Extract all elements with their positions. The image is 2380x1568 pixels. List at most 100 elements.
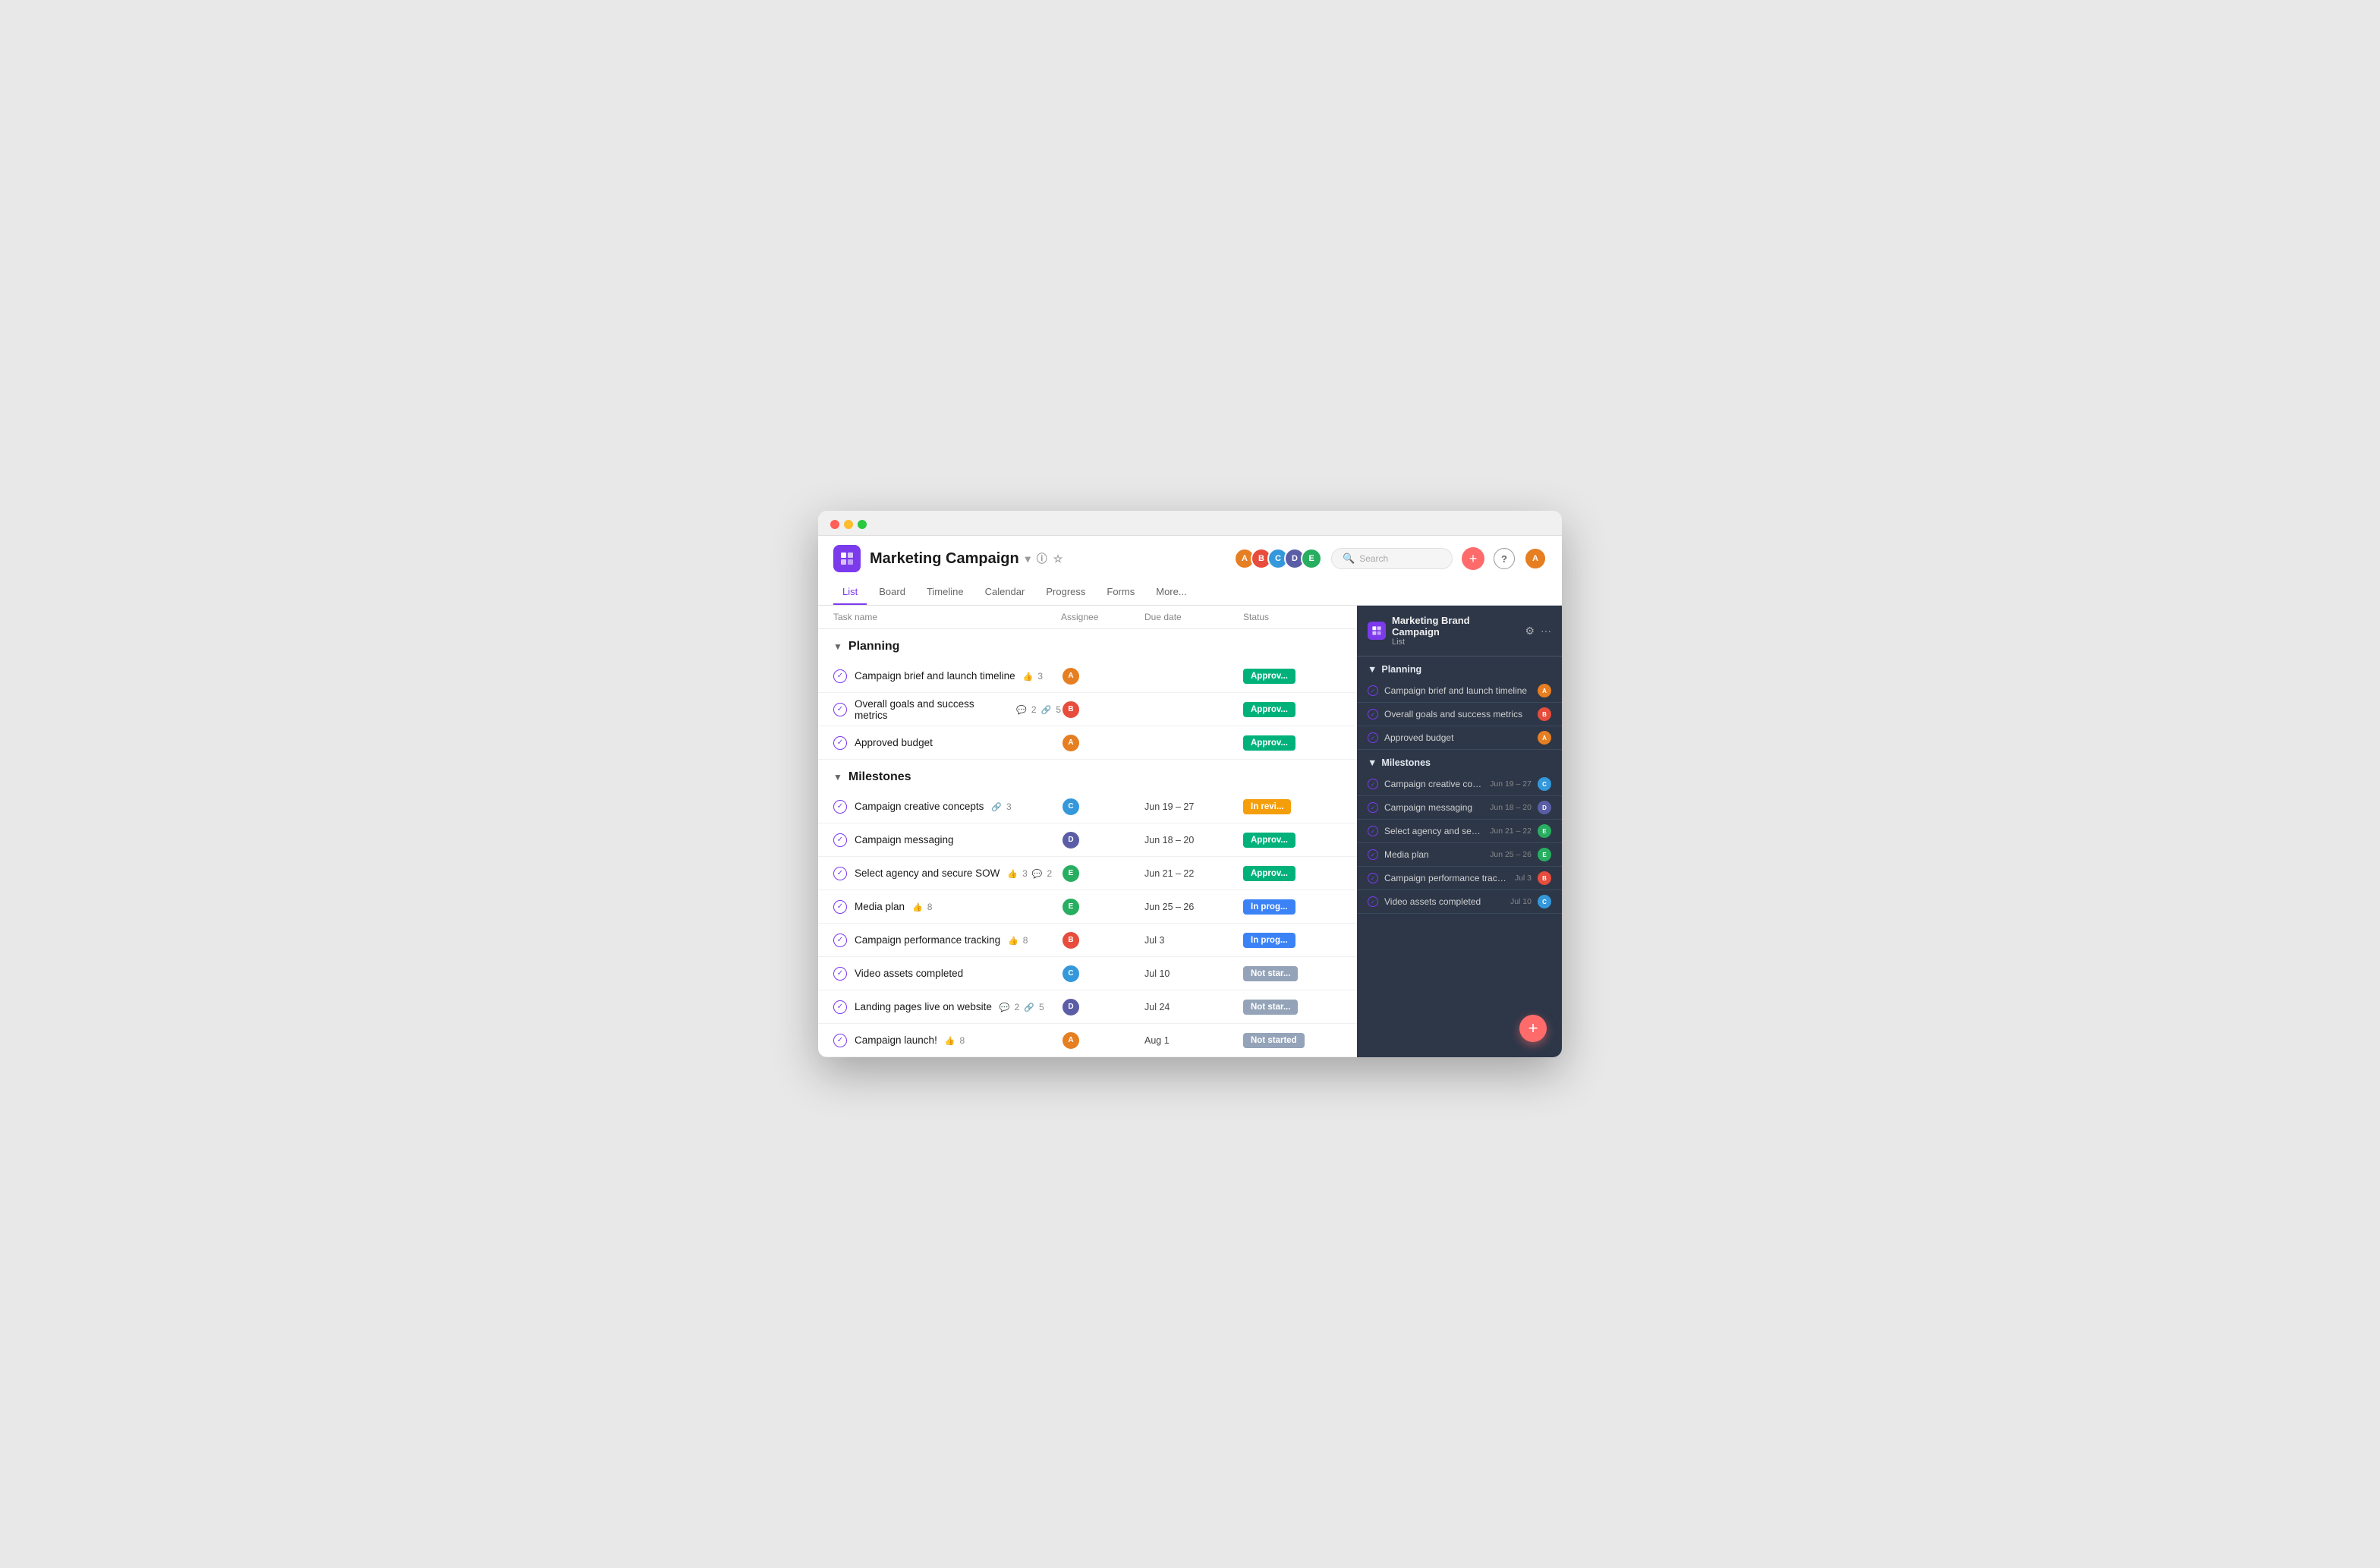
section-planning: ▼ Planning bbox=[818, 629, 1357, 660]
status-badge: In prog... bbox=[1243, 933, 1342, 948]
side-panel: Marketing Brand Campaign List ⚙ ··· ▼ Pl… bbox=[1357, 606, 1562, 1057]
user-avatar[interactable]: A bbox=[1524, 547, 1547, 570]
list-item[interactable]: ✓ Overall goals and success metrics B bbox=[1357, 703, 1562, 726]
task-meta: 2 5 bbox=[1016, 704, 1061, 715]
tab-list[interactable]: List bbox=[833, 580, 867, 605]
table-row: ✓ Media plan 8 E Jun 25 – 26 In prog... bbox=[818, 890, 1357, 924]
star-icon[interactable]: ☆ bbox=[1053, 553, 1063, 565]
list-item[interactable]: ✓ Campaign creative conc... Jun 19 – 27 … bbox=[1357, 773, 1562, 796]
main-content: Task name Assignee Due date Status ▼ Pla… bbox=[818, 606, 1562, 1057]
list-item[interactable]: ✓ Campaign brief and launch timeline A bbox=[1357, 679, 1562, 703]
more-options-icon[interactable]: ··· bbox=[1541, 625, 1551, 638]
table-row: ✓ Overall goals and success metrics 2 5 … bbox=[818, 693, 1357, 726]
table-row: ✓ Campaign brief and launch timeline 3 A… bbox=[818, 660, 1357, 693]
check-icon[interactable]: ✓ bbox=[833, 669, 847, 683]
side-check-icon: ✓ bbox=[1368, 779, 1378, 789]
task-assignee: B bbox=[1061, 700, 1144, 719]
check-icon[interactable]: ✓ bbox=[833, 1034, 847, 1047]
table-row: ✓ Campaign messaging D Jun 18 – 20 Appro… bbox=[818, 823, 1357, 857]
col-assignee: Assignee bbox=[1061, 612, 1144, 622]
tab-board[interactable]: Board bbox=[870, 580, 915, 605]
milestones-collapse-icon[interactable]: ▼ bbox=[833, 772, 842, 782]
task-name: ✓ Campaign brief and launch timeline 3 bbox=[833, 669, 1061, 683]
tab-progress[interactable]: Progress bbox=[1037, 580, 1094, 605]
help-button[interactable]: ? bbox=[1494, 548, 1515, 569]
table-row: ✓ Select agency and secure SOW 3 2 E Jun… bbox=[818, 857, 1357, 890]
project-title: Marketing Campaign ▾ ⓘ ☆ bbox=[870, 550, 1062, 568]
assignee-avatar: A bbox=[1061, 666, 1081, 686]
list-item[interactable]: ✓ Video assets completed Jul 10 C bbox=[1357, 890, 1562, 914]
check-icon[interactable]: ✓ bbox=[833, 967, 847, 981]
list-item[interactable]: ✓ Media plan Jun 25 – 26 E bbox=[1357, 843, 1562, 867]
dropdown-icon[interactable]: ▾ bbox=[1025, 553, 1031, 565]
task-list: Task name Assignee Due date Status ▼ Pla… bbox=[818, 606, 1357, 1057]
main-window: Marketing Campaign ▾ ⓘ ☆ A B C D E bbox=[818, 511, 1562, 1057]
tab-calendar[interactable]: Calendar bbox=[976, 580, 1034, 605]
status-badge: Not star... bbox=[1243, 1000, 1342, 1015]
table-row: ✓ Approved budget A Approv... bbox=[818, 726, 1357, 760]
side-milestones-label: Milestones bbox=[1381, 757, 1431, 768]
task-name: ✓ Approved budget bbox=[833, 736, 1061, 750]
status-badge: In revi... bbox=[1243, 799, 1342, 814]
check-icon[interactable]: ✓ bbox=[833, 900, 847, 914]
status-badge: Approv... bbox=[1243, 735, 1342, 751]
minimize-button[interactable] bbox=[844, 520, 853, 529]
task-due: Jun 18 – 20 bbox=[1144, 835, 1243, 845]
check-icon[interactable]: ✓ bbox=[833, 934, 847, 947]
list-item[interactable]: ✓ Approved budget A bbox=[1357, 726, 1562, 750]
status-badge: Approv... bbox=[1243, 866, 1342, 881]
task-meta: 3 2 bbox=[1007, 868, 1052, 879]
side-panel-controls: ⚙ ··· bbox=[1525, 625, 1551, 638]
list-item[interactable]: ✓ Campaign messaging Jun 18 – 20 D bbox=[1357, 796, 1562, 820]
check-icon[interactable]: ✓ bbox=[833, 1000, 847, 1014]
task-meta: 3 bbox=[991, 801, 1011, 812]
task-name: ✓ Overall goals and success metrics 2 5 bbox=[833, 698, 1061, 721]
comment-icon bbox=[1032, 868, 1043, 879]
task-name: ✓ Campaign creative concepts 3 bbox=[833, 800, 1061, 814]
side-avatar: E bbox=[1538, 824, 1551, 838]
side-check-icon: ✓ bbox=[1368, 826, 1378, 836]
list-item[interactable]: ✓ Campaign performance track... Jul 3 B bbox=[1357, 867, 1562, 890]
tab-timeline[interactable]: Timeline bbox=[918, 580, 973, 605]
nav-tabs: List Board Timeline Calendar Progress Fo… bbox=[833, 580, 1547, 605]
task-name: ✓ Landing pages live on website 2 5 bbox=[833, 1000, 1061, 1014]
check-icon[interactable]: ✓ bbox=[833, 800, 847, 814]
task-name: ✓ Media plan 8 bbox=[833, 900, 1061, 914]
info-icon[interactable]: ⓘ bbox=[1037, 551, 1047, 566]
task-due: Aug 1 bbox=[1144, 1035, 1243, 1046]
list-item[interactable]: ✓ Select agency and secu... Jun 21 – 22 … bbox=[1357, 820, 1562, 843]
search-bar[interactable]: 🔍 Search bbox=[1331, 548, 1453, 569]
task-assignee: D bbox=[1061, 830, 1144, 850]
task-meta: 8 bbox=[1008, 935, 1028, 946]
tab-more[interactable]: More... bbox=[1147, 580, 1195, 605]
check-icon[interactable]: ✓ bbox=[833, 703, 847, 716]
planning-label: Planning bbox=[848, 640, 900, 653]
check-icon[interactable]: ✓ bbox=[833, 867, 847, 880]
assignee-avatar: C bbox=[1061, 964, 1081, 984]
task-assignee: D bbox=[1061, 997, 1144, 1017]
planning-collapse-icon[interactable]: ▼ bbox=[833, 641, 842, 652]
task-meta: 2 5 bbox=[1000, 1002, 1044, 1012]
maximize-button[interactable] bbox=[858, 520, 867, 529]
side-task-name: Overall goals and success metrics bbox=[1384, 709, 1532, 719]
tab-forms[interactable]: Forms bbox=[1097, 580, 1144, 605]
fab-add-button[interactable]: + bbox=[1519, 1015, 1547, 1042]
side-milestones-collapse-icon[interactable]: ▼ bbox=[1368, 757, 1377, 768]
check-icon[interactable]: ✓ bbox=[833, 736, 847, 750]
thumbs-icon bbox=[1007, 868, 1018, 879]
side-planning-collapse-icon[interactable]: ▼ bbox=[1368, 664, 1377, 675]
header-left: Marketing Campaign ▾ ⓘ ☆ bbox=[833, 545, 1062, 572]
search-icon: 🔍 bbox=[1343, 553, 1355, 565]
add-button[interactable]: + bbox=[1462, 547, 1484, 570]
check-icon[interactable]: ✓ bbox=[833, 833, 847, 847]
side-task-name: Select agency and secu... bbox=[1384, 826, 1484, 836]
task-assignee: C bbox=[1061, 964, 1144, 984]
assignee-avatar: C bbox=[1061, 797, 1081, 817]
task-name: ✓ Video assets completed bbox=[833, 967, 1061, 981]
side-section-milestones: ▼ Milestones bbox=[1357, 750, 1562, 773]
task-name: ✓ Select agency and secure SOW 3 2 bbox=[833, 867, 1061, 880]
filter-icon[interactable]: ⚙ bbox=[1525, 625, 1535, 638]
close-button[interactable] bbox=[830, 520, 839, 529]
thumbs-icon bbox=[945, 1035, 955, 1046]
task-meta: 3 bbox=[1023, 671, 1043, 682]
